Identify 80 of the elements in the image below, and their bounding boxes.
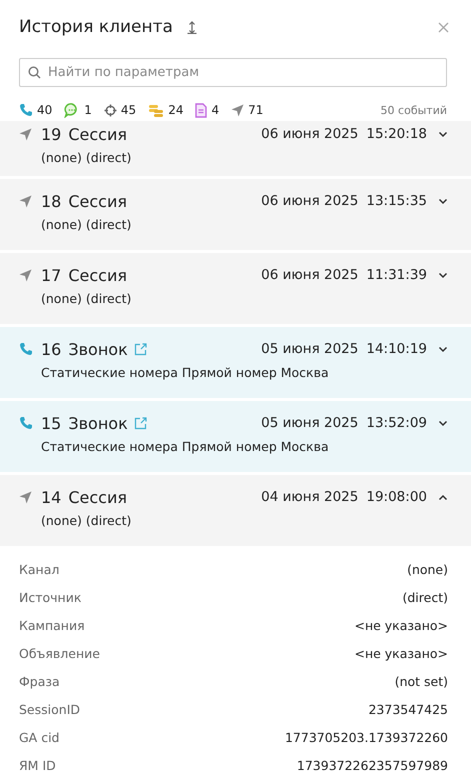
coins-icon [148,104,164,116]
event-number: 17 [41,266,62,284]
event-title: Звонок [68,340,128,358]
detail-label: Фраза [19,674,60,688]
chevron-down-icon[interactable] [438,198,448,204]
search-field[interactable]: Найти по параметрам [19,58,447,87]
expand-all-icon[interactable] [186,20,197,34]
event-source: Статические номера Прямой номер Москва [41,439,330,454]
event-card[interactable]: 18 Сессия 06 июня 2025 13:15:35 (none) (direct) [0,179,471,250]
event-time: 11:31:39 [366,267,427,283]
send-icon [19,268,32,282]
document-icon [195,102,208,118]
counter-value: 1 [84,103,92,117]
panel-title: История клиента [19,17,173,37]
phone-icon [19,342,33,356]
event-date: 06 июня 2025 [261,267,358,283]
send-icon [19,128,32,140]
detail-value: <не указано> [354,646,448,660]
counter-value: 40 [37,103,52,117]
event-card[interactable]: 19 Сессия 06 июня 2025 15:20:18 (none) (direct) [0,121,471,176]
chevron-down-icon[interactable] [438,346,448,352]
detail-value: 2373547425 [368,702,448,716]
chevron-down-icon[interactable] [438,130,448,138]
event-source: Статические номера Прямой номер Москва [41,365,330,380]
event-card[interactable]: 16 Звонок 05 июня 2025 14:10:19 Статические номера Прямой номер Москва [0,327,471,398]
counter-value: 71 [248,103,264,117]
counter-value: 24 [168,103,184,117]
event-title: Сессия [68,124,127,144]
event-time: 14:10:19 [366,341,427,357]
event-title: Сессия [68,488,127,506]
event-title: Сессия [68,192,127,210]
event-date: 05 июня 2025 [261,415,358,431]
detail-value: (not set) [394,674,448,688]
chevron-down-icon[interactable] [438,272,448,278]
event-number: 14 [41,488,62,506]
detail-value: 1739372262357597989 [296,758,448,772]
detail-value: (none) [407,562,448,576]
detail-value: (direct) [402,590,448,604]
detail-label: ЯМ ID [19,758,56,772]
detail-label: GA cid [19,730,60,744]
event-time: 13:52:09 [366,415,427,431]
event-date: 05 июня 2025 [261,341,358,357]
event-number: 16 [41,340,62,358]
event-card[interactable]: 14 Сессия 04 июня 2025 19:08:00 (none) (direct) [0,475,471,546]
counter-value: 45 [120,103,136,117]
crosshair-icon [104,104,117,116]
event-number: 15 [41,414,62,432]
event-time: 19:08:00 [366,489,427,505]
chevron-down-icon[interactable] [438,420,448,426]
event-source: (none) (direct) [41,217,132,232]
event-number: 19 [41,124,62,144]
detail-value: 1773705203.1739372260 [284,730,448,744]
event-source: (none) (direct) [41,150,132,165]
event-title: Сессия [68,266,127,284]
event-card[interactable]: 17 Сессия 06 июня 2025 11:31:39 (none) (direct) [0,253,471,324]
event-source: (none) (direct) [41,513,132,528]
phone-icon [19,103,33,117]
detail-label: SessionID [19,702,80,716]
event-time: 13:15:35 [366,193,427,209]
event-number: 18 [41,192,62,210]
phone-icon [19,416,33,430]
chevron-up-icon[interactable] [438,494,448,500]
event-total: 50 событий [380,104,447,116]
send-icon [19,490,32,504]
event-date: 06 июня 2025 [261,126,358,142]
event-time: 15:20:18 [366,126,427,142]
detail-label: Объявление [19,646,100,660]
detail-value: <не указано> [354,618,448,632]
send-icon [19,194,32,208]
event-source: (none) (direct) [41,291,132,306]
detail-label: Канал [19,562,60,576]
event-date: 06 июня 2025 [261,193,358,209]
detail-label: Источник [19,590,82,604]
send-icon [231,104,244,116]
search-icon [28,66,41,79]
event-title: Звонок [68,414,128,432]
event-date: 04 июня 2025 [261,489,358,505]
detail-label: Кампания [19,618,85,632]
counter-value: 4 [211,103,220,117]
event-card[interactable]: 15 Звонок 05 июня 2025 13:52:09 Статические номера Прямой номер Москва [0,401,471,472]
